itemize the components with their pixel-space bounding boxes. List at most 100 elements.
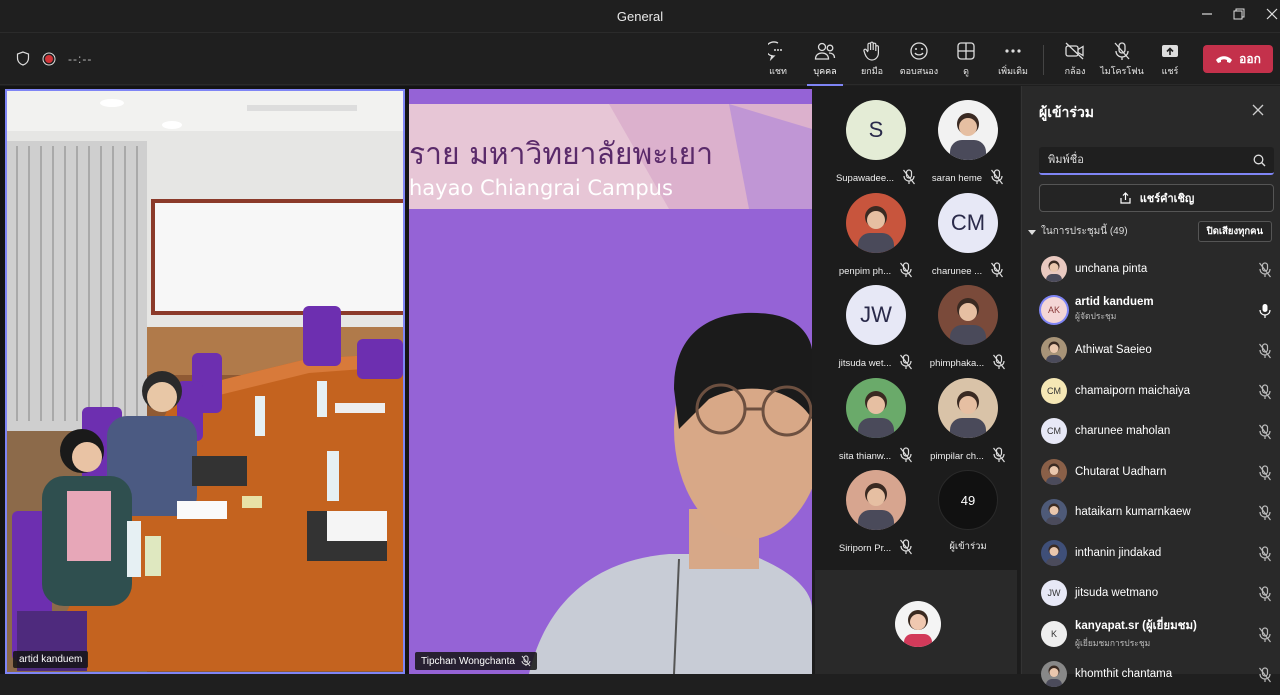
gallery-tile-name: charunee ... (922, 261, 1014, 281)
raise-hand-label: ยกมือ (860, 66, 884, 76)
participant-row[interactable]: unchana pinta (1022, 249, 1280, 290)
more-button[interactable]: เพิ่มเติม (991, 39, 1035, 83)
participant-row[interactable]: JW jitsuda wetmano (1022, 573, 1280, 614)
avatar-photo (1046, 544, 1062, 566)
title-bar: General (0, 0, 1280, 33)
gallery-tile-name: jitsuda wet... (830, 354, 922, 373)
view-button[interactable]: ดู (944, 39, 988, 83)
gallery-tile[interactable]: S Supawadee... (830, 100, 922, 188)
gallery-tile[interactable]: pimpilar ch... (922, 377, 1014, 466)
gallery-tile-name: sita thianw... (830, 446, 922, 466)
avatar-photo (858, 483, 894, 530)
participant-name: artid kanduem (1075, 296, 1154, 309)
mic-off-icon (1114, 42, 1130, 60)
mic-off-icon (900, 446, 913, 462)
avatar-photo (950, 113, 986, 160)
mic-status (1258, 626, 1272, 648)
participant-row[interactable]: CM charunee maholan (1022, 411, 1280, 452)
participant-row[interactable]: inthanin jindakad (1022, 533, 1280, 574)
hand-icon (863, 41, 879, 61)
share-label: แชร์ (1161, 66, 1179, 76)
camera-button[interactable]: กล้อง (1053, 39, 1097, 83)
avatar: JW (846, 285, 906, 345)
participant-info: kanyapat.sr (ผู้เยี่ยมชม) ผู้เยี่ยมชมการป… (1075, 617, 1197, 650)
mic-off-icon (1259, 586, 1271, 602)
minimize-button[interactable] (1196, 6, 1218, 26)
share-invite-label: แชร์คำเชิญ (1139, 193, 1195, 205)
mic-status (899, 261, 913, 281)
participant-row[interactable]: AK artid kanduem ผู้จัดประชุม (1022, 290, 1280, 331)
people-label: บุคคล (813, 66, 837, 76)
gallery-tile[interactable]: penpim ph... (830, 192, 922, 281)
in-meeting-section-toggle[interactable]: ในการประชุมนี้ (49) (1028, 224, 1128, 239)
participant-name: phimphaka... (929, 358, 985, 369)
restore-button[interactable] (1228, 6, 1250, 26)
participant-row[interactable]: Athiwat Saeieo (1022, 330, 1280, 371)
mic-off-icon (1259, 667, 1271, 683)
close-window-button[interactable] (1261, 6, 1280, 26)
mic-status (899, 446, 913, 466)
gallery-tile[interactable]: phimphaka... (922, 285, 1014, 373)
gallery-tile[interactable]: 49 ผู้เข้าร่วม (922, 470, 1014, 558)
more-label: เพิ่มเติม (998, 66, 1028, 76)
share-invite-button[interactable]: แชร์คำเชิญ (1039, 184, 1274, 212)
gallery-tile-name: phimphaka... (922, 354, 1014, 373)
participant-info: unchana pinta (1075, 263, 1147, 275)
leave-button[interactable]: ออก (1203, 45, 1273, 73)
close-panel-button[interactable] (1252, 100, 1264, 121)
people-icon (814, 42, 836, 60)
participant-info: inthanin jindakad (1075, 547, 1161, 559)
participant-name-tag: artid kanduem (13, 651, 89, 668)
mic-off-icon (900, 261, 913, 277)
share-icon (1120, 191, 1131, 204)
mic-status (1258, 586, 1272, 607)
gallery-tile[interactable]: Siriporn Pr... (830, 470, 922, 558)
search-box[interactable] (1039, 147, 1274, 175)
avatar (846, 192, 906, 253)
chat-button[interactable]: แชท (756, 39, 800, 83)
self-preview-tile[interactable] (815, 570, 1017, 674)
mute-all-button[interactable]: ปิดเสียงทุกคน (1197, 221, 1272, 242)
leave-label: ออก (1239, 51, 1261, 66)
meeting-toolbar: --:-- แชท บุคคล ยกมือ ตอบสนอง ดู เพิ่มเต… (0, 33, 1280, 86)
participants-panel: ผู้เข้าร่วม แชร์คำเชิญ ในการประชุมนี้ (4… (1021, 86, 1280, 688)
search-input[interactable] (1039, 147, 1274, 173)
participant-role: ผู้เยี่ยมชมการประชุม (1075, 638, 1151, 649)
participant-row[interactable]: CM chamaiporn maichaiya (1022, 371, 1280, 412)
mic-off-icon (991, 169, 1004, 185)
mic-button[interactable]: ไมโครโฟน (1100, 39, 1144, 83)
participant-row[interactable]: khomthit chantama (1022, 654, 1280, 695)
participant-row[interactable]: Chutarat Uadharn (1022, 452, 1280, 493)
video-tile-artid[interactable]: artid kanduem (5, 89, 405, 674)
mic-off-icon (993, 354, 1006, 370)
participant-row[interactable]: hataikarn kumarnkaew (1022, 492, 1280, 533)
section-label: ในการประชุมนี้ (49) (1041, 226, 1128, 237)
shield-icon (16, 51, 30, 66)
chat-label: แชท (769, 66, 787, 76)
avatar-photo (1046, 463, 1062, 485)
participant-row[interactable]: Kkanyapat.sr (ผู้เยี่ยมชม) ผู้เยี่ยมชมการ… (1022, 614, 1280, 655)
avatar (846, 470, 906, 530)
participant-info: hataikarn kumarnkaew (1075, 506, 1191, 518)
gallery-tile[interactable]: sita thianw... (830, 377, 922, 466)
participant-name: Siriporn Pr... (838, 543, 892, 554)
share-button[interactable]: แชร์ (1148, 39, 1192, 83)
raise-hand-button[interactable]: ยกมือ (850, 39, 894, 83)
gallery-tile[interactable]: saran heme (922, 100, 1014, 188)
view-label: ดู (963, 66, 969, 76)
toolbar-divider (1043, 45, 1044, 75)
gallery-tile[interactable]: JW jitsuda wet... (830, 285, 922, 373)
mic-off-icon (1259, 343, 1271, 359)
mic-status (1258, 424, 1272, 445)
avatar-photo (1046, 503, 1062, 526)
mic-status (902, 169, 916, 188)
mic-off-icon (900, 539, 913, 555)
participant-info: chamaiporn maichaiya (1075, 385, 1190, 397)
participant-info: jitsuda wetmano (1075, 587, 1158, 599)
gallery-tile[interactable]: CM charunee ... (922, 192, 1014, 281)
video-tile-tipchan[interactable]: ราย มหาวิทยาลัยพะเยา hayao Chiangrai Cam… (409, 89, 812, 674)
participant-name: jitsuda wetmano (1075, 587, 1159, 600)
people-button[interactable]: บุคคล (803, 39, 847, 86)
reactions-button[interactable]: ตอบสนอง (897, 39, 941, 83)
participant-name: sita thianw... (838, 450, 892, 462)
